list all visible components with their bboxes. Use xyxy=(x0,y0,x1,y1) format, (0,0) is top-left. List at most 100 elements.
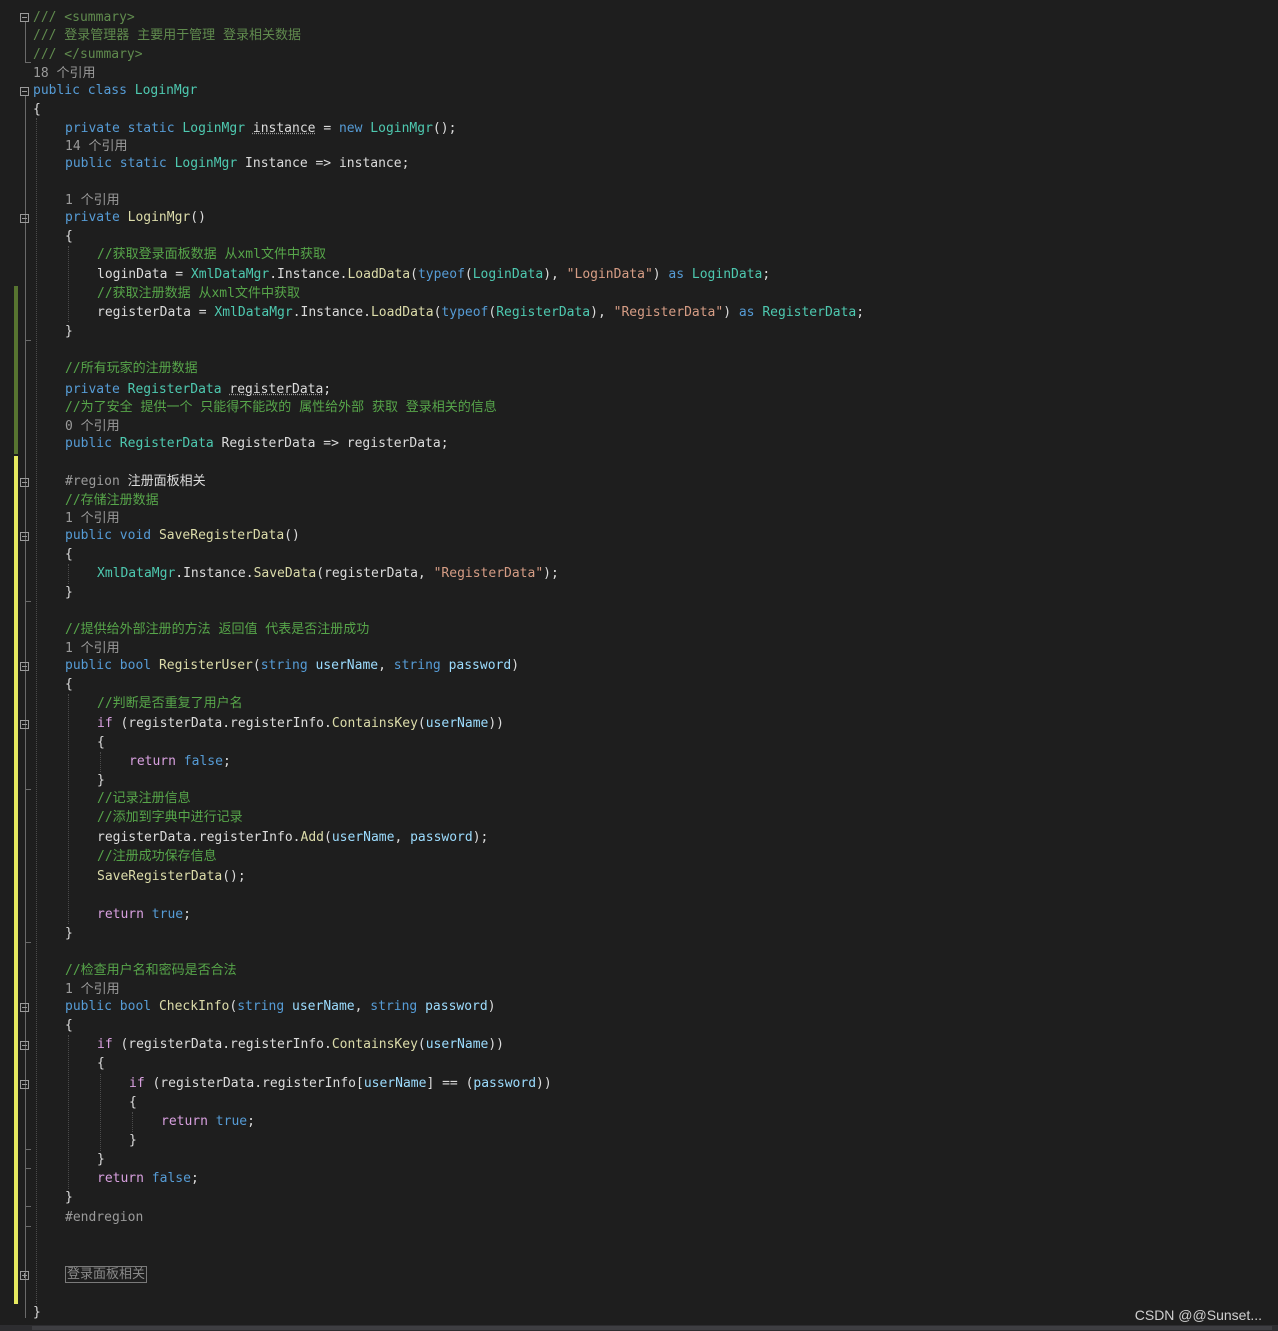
code-token: LoadData xyxy=(347,267,411,282)
code-line[interactable]: { xyxy=(65,229,73,245)
code-token: ( xyxy=(464,267,473,282)
code-line[interactable]: { xyxy=(33,102,41,118)
code-line[interactable]: private static LoginMgr instance = new L… xyxy=(65,121,456,137)
indent-guide xyxy=(100,1074,101,1151)
code-token: } xyxy=(65,585,73,600)
code-line[interactable]: #endregion xyxy=(65,1210,143,1226)
code-line[interactable]: public bool RegisterUser(string userName… xyxy=(65,658,519,674)
code-line[interactable]: } xyxy=(33,1305,41,1321)
code-line[interactable]: 登录面板相关 xyxy=(65,1266,148,1283)
fold-toggle-if-outer[interactable] xyxy=(20,1041,29,1050)
code-token: public xyxy=(33,83,80,98)
code-token: 1 个引用 xyxy=(65,511,120,526)
code-line[interactable]: return true; xyxy=(161,1114,255,1130)
code-line[interactable]: //所有玩家的注册数据 xyxy=(65,361,198,377)
code-line[interactable]: { xyxy=(65,547,73,563)
code-line[interactable]: { xyxy=(97,1056,105,1072)
code-line[interactable]: public class LoginMgr xyxy=(33,83,197,99)
fold-toggle-ctor[interactable] xyxy=(20,214,29,223)
code-line[interactable]: //存储注册数据 xyxy=(65,493,159,509)
code-token: { xyxy=(129,1095,137,1110)
fold-toggle-class[interactable] xyxy=(20,87,29,96)
code-token: ; xyxy=(323,382,332,397)
code-line[interactable]: //获取注册数据 从xml文件中获取 xyxy=(97,286,300,302)
code-line[interactable]: if (registerData.registerInfo[userName] … xyxy=(129,1076,552,1092)
code-line[interactable]: /// <summary> xyxy=(33,10,135,26)
code-token: as xyxy=(668,267,685,282)
code-line[interactable]: } xyxy=(65,926,73,942)
code-line[interactable]: loginData = XmlDataMgr.Instance.LoadData… xyxy=(97,267,770,283)
code-line[interactable]: public RegisterData RegisterData => regi… xyxy=(65,436,449,452)
fold-toggle-if[interactable] xyxy=(20,720,29,729)
fold-toggle-register-method[interactable] xyxy=(20,662,29,671)
scrollbar-thumb[interactable] xyxy=(32,1326,1272,1330)
code-line[interactable]: } xyxy=(97,1152,105,1168)
code-token: { xyxy=(97,735,105,750)
code-token: )) xyxy=(536,1076,552,1091)
fold-end xyxy=(25,1226,31,1227)
code-line[interactable]: //检查用户名和密码是否合法 xyxy=(65,963,237,979)
code-token: (); xyxy=(222,869,246,884)
code-line[interactable]: } xyxy=(65,1190,73,1206)
code-line[interactable]: { xyxy=(65,677,73,693)
code-line[interactable]: if (registerData.registerInfo.ContainsKe… xyxy=(97,716,504,732)
code-token: { xyxy=(65,1018,73,1033)
code-line[interactable]: public static LoginMgr Instance => insta… xyxy=(65,156,409,172)
code-line[interactable]: SaveRegisterData(); xyxy=(97,869,246,885)
code-line[interactable]: private RegisterData registerData; xyxy=(65,382,331,398)
code-token: typeof xyxy=(441,305,489,320)
code-token: RegisterUser xyxy=(158,658,253,673)
code-line[interactable]: return false; xyxy=(129,754,231,770)
code-line[interactable]: { xyxy=(97,735,105,751)
code-line[interactable]: return false; xyxy=(97,1171,199,1187)
code-line[interactable]: //注册成功保存信息 xyxy=(97,849,217,865)
fold-toggle-region[interactable] xyxy=(20,478,29,487)
code-line[interactable]: //为了安全 提供一个 只能得不能改的 属性给外部 获取 登录相关的信息 xyxy=(65,400,497,416)
code-line[interactable]: //添加到字典中进行记录 xyxy=(97,810,243,826)
code-line[interactable]: if (registerData.registerInfo.ContainsKe… xyxy=(97,1037,504,1053)
code-token: ( xyxy=(417,716,426,731)
code-token: private xyxy=(65,121,120,136)
indent-guide xyxy=(68,246,69,322)
code-token: //记录注册信息 xyxy=(97,791,191,806)
code-token: ; xyxy=(762,267,771,282)
code-line[interactable]: public bool CheckInfo(string userName, s… xyxy=(65,999,496,1015)
code-line[interactable]: /// 登录管理器 主要用于管理 登录相关数据 xyxy=(33,28,301,44)
code-token: LoginMgr xyxy=(134,83,198,98)
code-token: //获取注册数据 从xml文件中获取 xyxy=(97,286,300,301)
code-line[interactable]: } xyxy=(97,773,105,789)
code-line[interactable]: //获取登录面板数据 从xml文件中获取 xyxy=(97,247,326,263)
fold-toggle-collapsed-region[interactable] xyxy=(20,1271,29,1280)
code-line[interactable]: public void SaveRegisterData() xyxy=(65,528,300,544)
horizontal-scrollbar[interactable] xyxy=(0,1325,1278,1331)
code-line[interactable]: //记录注册信息 xyxy=(97,791,191,807)
fold-toggle-summary[interactable] xyxy=(20,13,29,22)
code-line[interactable]: #region 注册面板相关 xyxy=(65,474,206,490)
code-line[interactable]: //判断是否重复了用户名 xyxy=(97,696,243,712)
fold-toggle-save-method[interactable] xyxy=(20,532,29,541)
code-line[interactable]: } xyxy=(65,324,73,340)
code-line[interactable]: registerData = XmlDataMgr.Instance.LoadD… xyxy=(97,305,864,321)
code-line[interactable]: /// </summary> xyxy=(33,47,143,63)
fold-toggle-check-method[interactable] xyxy=(20,1003,29,1012)
code-line[interactable]: } xyxy=(129,1133,137,1149)
code-token: public xyxy=(65,999,112,1014)
code-line[interactable]: registerData.registerInfo.Add(userName, … xyxy=(97,830,488,846)
fold-end xyxy=(25,1168,31,1169)
code-token: //检查用户名和密码是否合法 xyxy=(65,963,237,978)
code-line[interactable]: private LoginMgr() xyxy=(65,210,206,226)
code-line[interactable]: } xyxy=(65,585,73,601)
code-line[interactable]: return true; xyxy=(97,907,191,923)
code-token: ( xyxy=(417,1037,426,1052)
code-line[interactable]: XmlDataMgr.Instance.SaveData(registerDat… xyxy=(97,566,559,582)
code-editor[interactable]: /// <summary> /// 登录管理器 主要用于管理 登录相关数据 /// … xyxy=(0,0,1278,1331)
code-line[interactable]: { xyxy=(129,1095,137,1111)
code-token: ( xyxy=(323,830,332,845)
fold-toggle-if-inner[interactable] xyxy=(20,1080,29,1089)
code-line[interactable]: //提供给外部注册的方法 返回值 代表是否注册成功 xyxy=(65,622,369,638)
code-token: 18 个引用 xyxy=(33,66,96,81)
code-token: new xyxy=(338,121,363,136)
code-line[interactable]: { xyxy=(65,1018,73,1034)
